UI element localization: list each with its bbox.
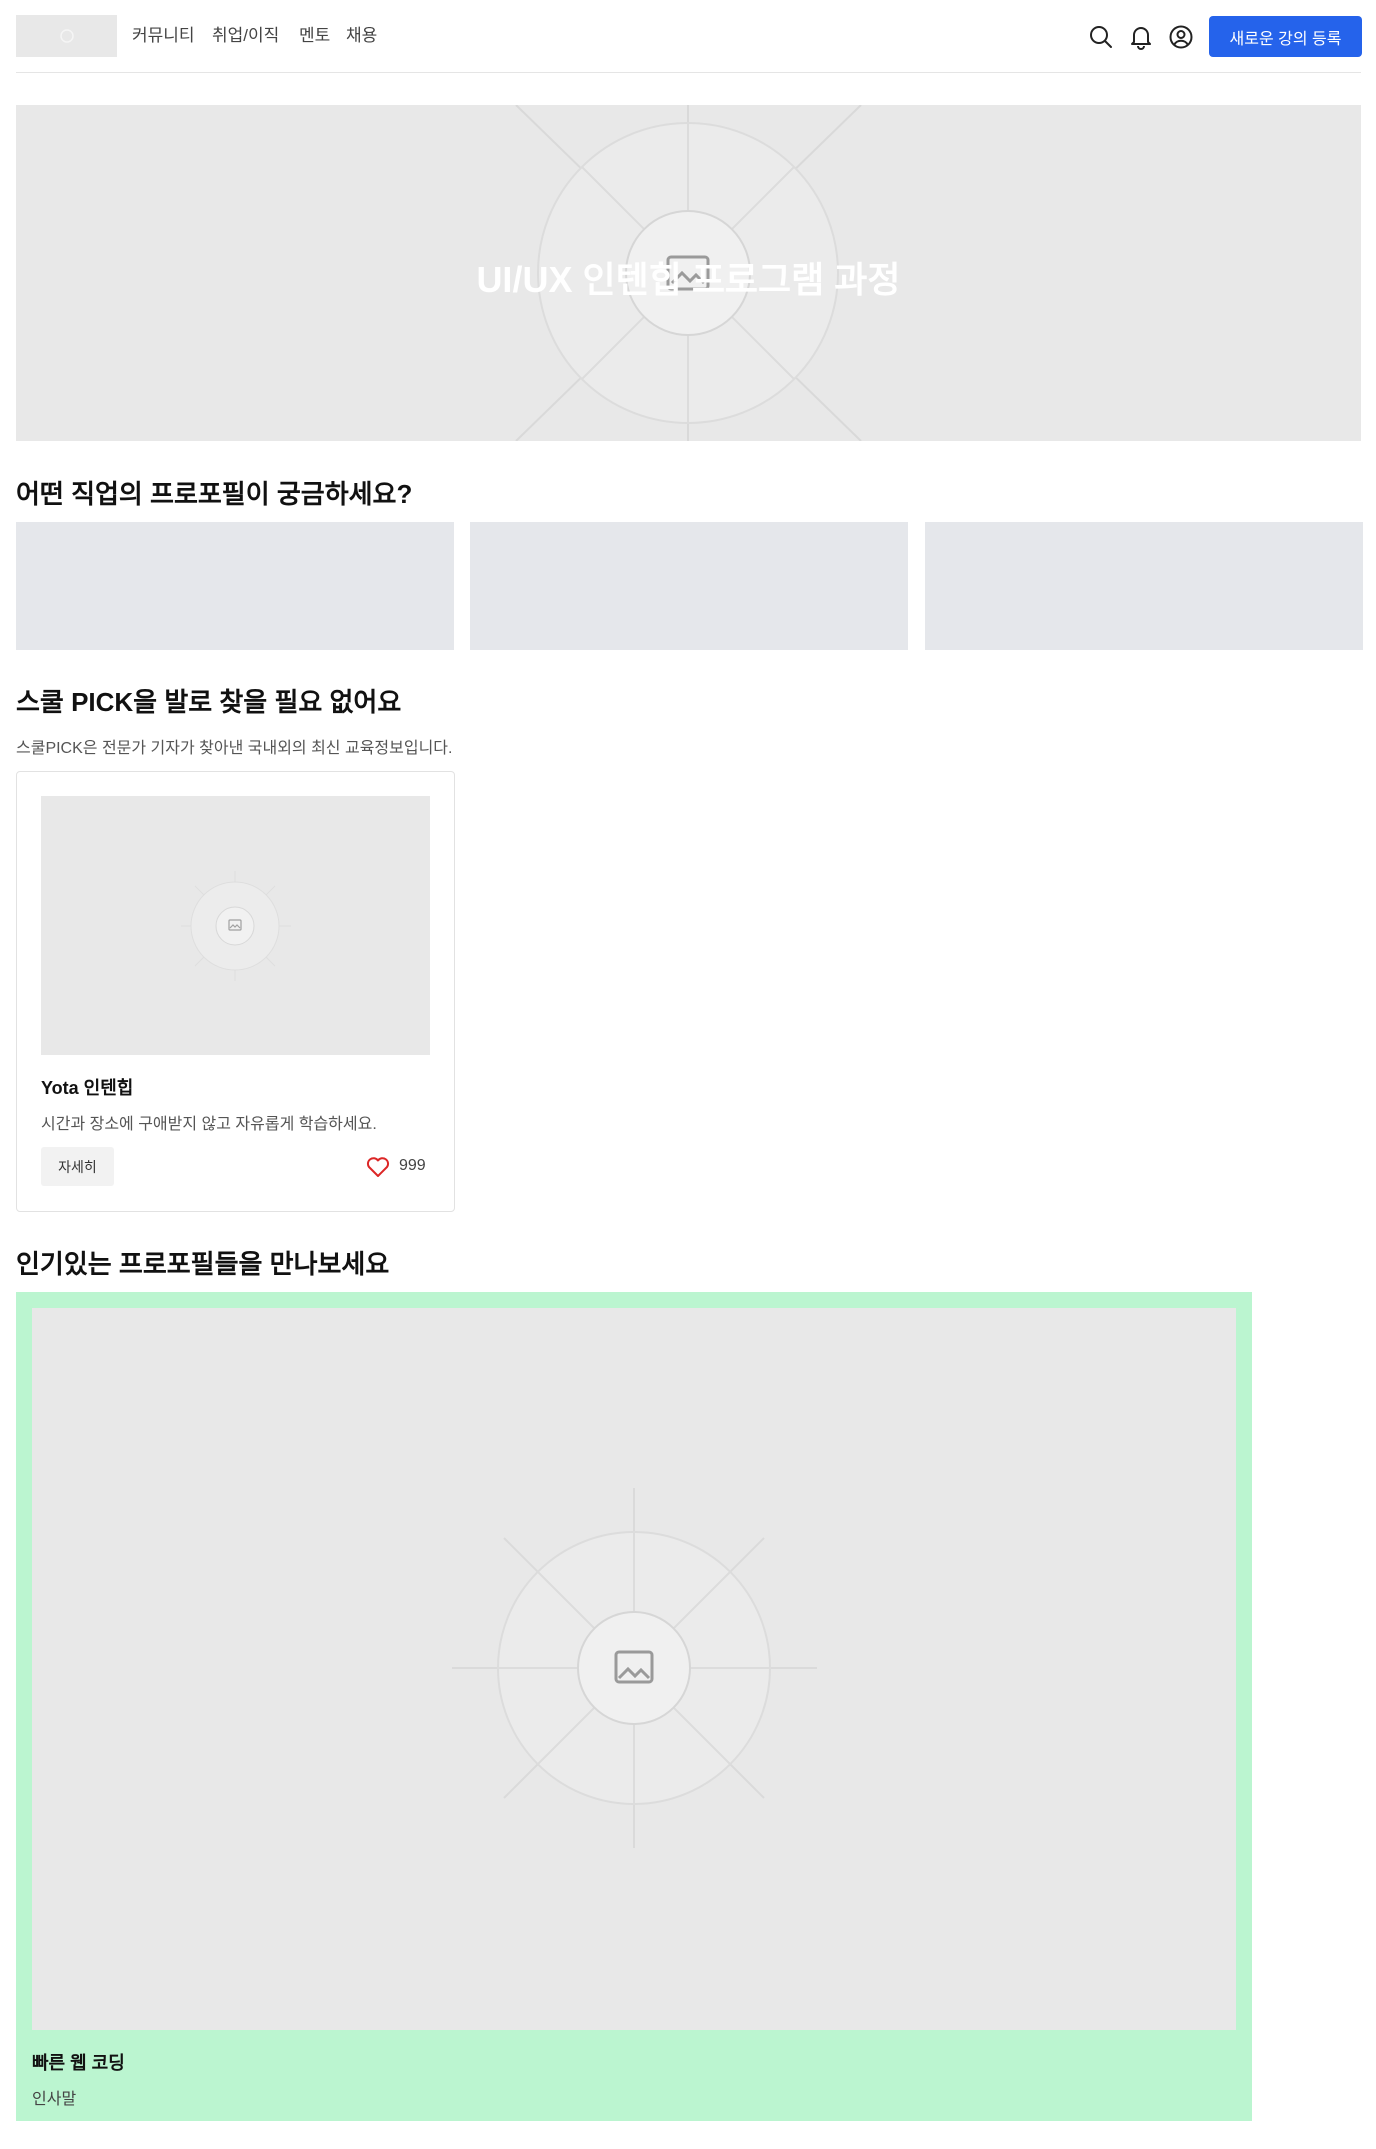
pick-card-thumbnail — [41, 796, 430, 1055]
job-card[interactable] — [470, 522, 908, 650]
detail-button[interactable]: 자세히 — [41, 1147, 114, 1186]
like-count: 999 — [399, 1157, 426, 1174]
job-card[interactable] — [16, 522, 454, 650]
top-header: 커뮤니티 취업/이직 멘토 채용 새로운 강의 등록 — [16, 0, 1362, 73]
register-course-button[interactable]: 새로운 강의 등록 — [1209, 16, 1362, 57]
nav-career[interactable]: 취업/이직 — [212, 24, 279, 48]
pick-section-title: 스쿨 PICK을 발로 찾을 필요 없어요 — [16, 687, 402, 717]
popular-profile-subtitle: 인사말 — [32, 2091, 77, 2108]
popular-profile-card[interactable]: 빠른 웹 코딩 인사말 — [16, 1292, 1252, 2121]
pick-section-description: 스쿨PICK은 전문가 기자가 찾아낸 국내외의 최신 교육정보입니다. — [16, 740, 453, 757]
user-circle-icon[interactable] — [1168, 24, 1194, 50]
hero-title: UI/UX 인텐힙 프로그램 과정 — [476, 259, 901, 300]
heart-icon[interactable] — [365, 1155, 391, 1179]
hero-banner[interactable]: UI/UX 인텐힙 프로그램 과정 — [16, 105, 1361, 441]
image-placeholder-icon — [452, 1488, 817, 1848]
pick-card-title: Yota 인텐힙 — [41, 1078, 134, 1098]
pick-card[interactable]: Yota 인텐힙 시간과 장소에 구애받지 않고 자유롭게 학습하세요. 자세히… — [16, 771, 455, 1212]
jobs-section-title: 어떤 직업의 프로포필이 궁금하세요? — [16, 479, 413, 509]
logo[interactable] — [16, 15, 117, 57]
nav-mentor[interactable]: 멘토 — [299, 24, 330, 48]
popular-profile-image — [32, 1308, 1236, 2030]
logo-placeholder-icon — [59, 29, 74, 43]
job-card[interactable] — [925, 522, 1363, 650]
nav-recruit[interactable]: 채용 — [346, 24, 377, 48]
nav-community[interactable]: 커뮤니티 — [132, 24, 195, 48]
bell-icon[interactable] — [1128, 24, 1154, 50]
popular-section-title: 인기있는 프로포필들을 만나보세요 — [16, 1249, 390, 1279]
pick-card-description: 시간과 장소에 구애받지 않고 자유롭게 학습하세요. — [41, 1116, 377, 1133]
image-placeholder-icon — [181, 871, 291, 981]
search-icon[interactable] — [1088, 24, 1114, 50]
popular-profile-name: 빠른 웹 코딩 — [32, 2053, 125, 2073]
